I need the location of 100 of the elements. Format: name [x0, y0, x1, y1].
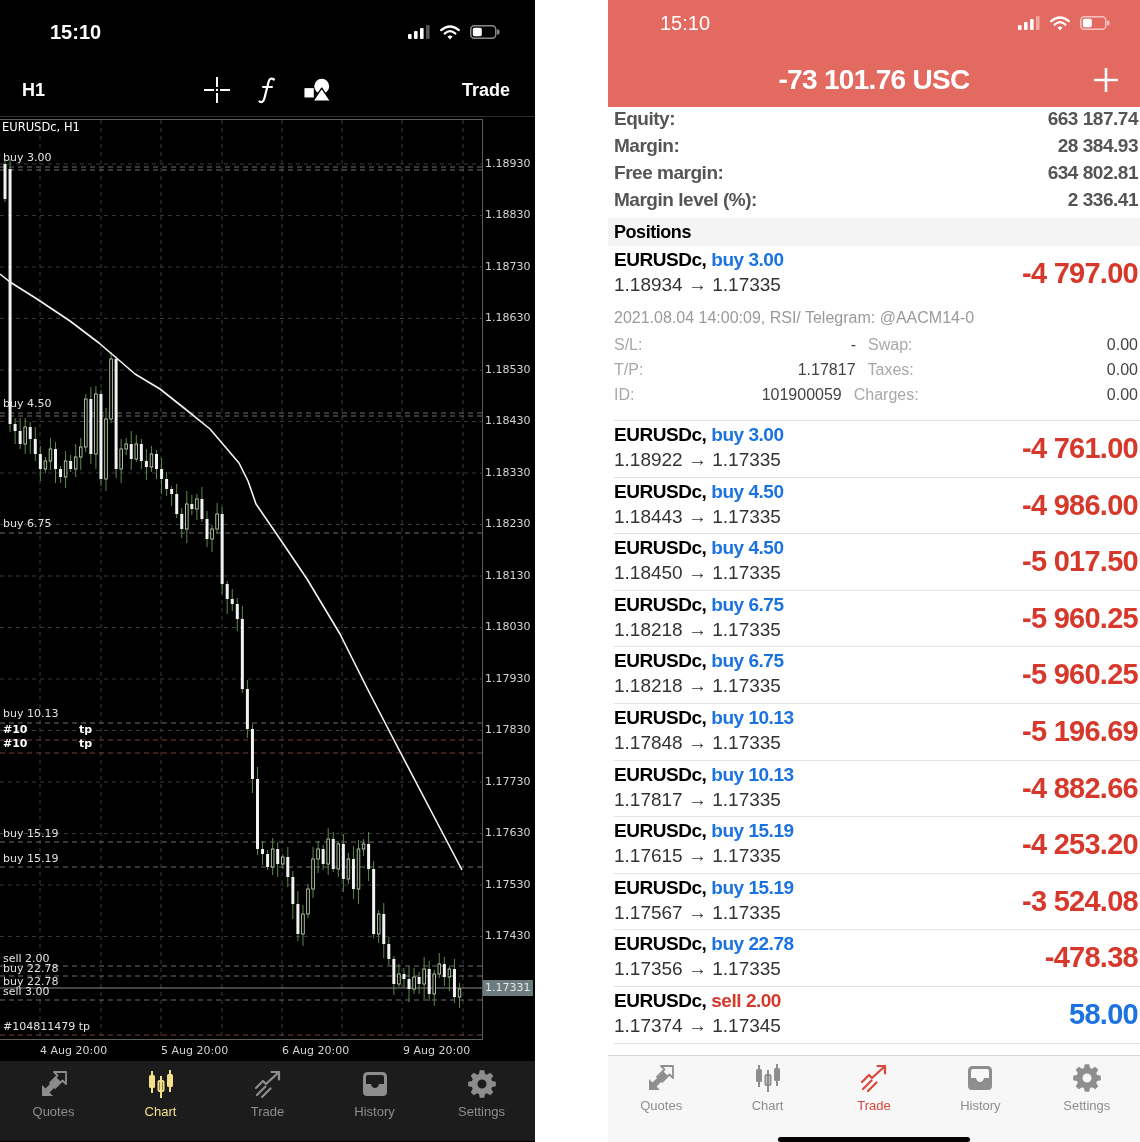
order-label: buy 22.78	[3, 964, 59, 974]
profit-value: -4 797.00	[1021, 256, 1138, 290]
detail-value: -	[850, 334, 856, 355]
shapes-icon[interactable]	[303, 77, 332, 103]
position-row[interactable]: EURUSDc, buy 4.50 1.18443 → 1.17335 -4 986.00	[614, 477, 1140, 535]
position-row[interactable]: EURUSDc, buy 6.75 1.18218 → 1.17335 -5 960.25	[614, 590, 1140, 648]
position-title: EURUSDc, sell 2.00	[614, 988, 781, 1013]
tab[interactable]: Trade	[820, 1056, 928, 1114]
position-title: EURUSDc, buy 6.75	[614, 592, 784, 617]
status-time: 15:10	[660, 11, 711, 35]
profit-value: -4 253.20	[1021, 827, 1138, 862]
price-tick: 1.17530	[485, 877, 531, 892]
trend-arrow-icon	[859, 1063, 889, 1093]
account-value: 634 802.81	[1047, 161, 1138, 185]
position-title: EURUSDc, buy 3.00	[614, 423, 784, 447]
price-tick: 1.17830	[485, 723, 531, 738]
balance-title: -73 101.76 USC	[778, 63, 970, 97]
position-row[interactable]: EURUSDc, buy 10.13 1.17848 → 1.17335 -5 196.69	[614, 703, 1140, 761]
position-title: EURUSDc, buy 22.78	[614, 932, 794, 957]
tab[interactable]: Trade	[214, 1061, 321, 1120]
wifi-icon	[440, 24, 460, 40]
settings-icon	[466, 1069, 497, 1099]
position-prices: 1.17567 → 1.17335	[614, 900, 782, 925]
account-label: Equity:	[614, 107, 676, 131]
position-prices: 1.18218 → 1.17335	[614, 617, 782, 642]
price-tick: 1.18030	[485, 620, 531, 635]
settings-icon	[1071, 1063, 1102, 1093]
position-row[interactable]: EURUSDc, sell 2.00 1.17374 → 1.17345 58.00	[614, 986, 1140, 1044]
position-comment: 2021.08.04 14:00:09, RSI/ Telegram: @AACM14-0	[614, 308, 976, 328]
price-tick: 1.17730	[485, 774, 531, 789]
order-label: buy 22.78	[3, 977, 59, 987]
position-prices: 1.18450 → 1.17335	[614, 561, 782, 586]
price-tick: 1.18830	[485, 208, 531, 223]
position-prices: 1.17817 → 1.17335	[614, 787, 782, 812]
plus-icon[interactable]	[1094, 68, 1118, 92]
order-label: tp	[79, 725, 93, 735]
profit-value: -5 960.25	[1021, 600, 1138, 635]
position-row[interactable]: EURUSDc, buy 15.19 1.17567 → 1.17335 -3 524.08	[614, 873, 1140, 931]
order-label: tp	[79, 739, 93, 749]
tab[interactable]: History	[321, 1061, 428, 1120]
profit-value: -4 882.66	[1021, 770, 1138, 805]
profit-value: -4 761.00	[1021, 431, 1138, 465]
date-tick: 9 Aug 20:00	[403, 1043, 471, 1058]
crosshair-icon[interactable]	[203, 77, 230, 103]
detail-value: 101900059	[761, 384, 842, 405]
order-label: #104811479 tp	[3, 1022, 90, 1032]
price-tick: 1.18630	[485, 311, 531, 326]
position-title: EURUSDc, buy 10.13	[614, 705, 794, 730]
tab[interactable]: Quotes	[0, 1061, 107, 1120]
detail-label: ID:	[614, 384, 635, 405]
timeframe-button[interactable]: H1	[22, 79, 45, 101]
order-label: buy 15.19	[3, 829, 59, 839]
position-prices: 1.18934 → 1.17335	[614, 273, 782, 297]
account-label: Margin:	[614, 134, 680, 158]
position-row[interactable]: EURUSDc, buy 15.19 1.17615 → 1.17335 -4 253.20	[614, 817, 1140, 874]
price-tick: 1.17630	[485, 826, 531, 841]
position-row[interactable]: EURUSDc, buy 22.78 1.17356 → 1.17335 -478.38	[614, 930, 1140, 987]
position-row[interactable]: EURUSDc, buy 3.00 1.18934 → 1.17335 -4 797.00 2021.08.04 14:00:09, RSI/ Telegram: @AACM14-0 S/L: - Swap: 0.00 T/P: 1.17817 Taxes: 0.00 ID: 101900059 Charges: 0.00	[614, 246, 1140, 421]
order-label: #10	[3, 725, 28, 735]
order-label: buy 3.00	[3, 153, 52, 163]
positions-header: Positions	[608, 218, 1140, 246]
function-icon[interactable]	[257, 76, 276, 104]
trade-button[interactable]: Trade	[461, 79, 510, 101]
price-tick: 1.17930	[485, 671, 531, 686]
position-prices: 1.17356 → 1.17335	[614, 957, 782, 982]
order-label: sell 2.00	[3, 954, 50, 964]
position-prices: 1.18218 → 1.17335	[614, 674, 782, 699]
detail-label: Charges:	[853, 384, 919, 405]
position-title: EURUSDc, buy 10.13	[614, 762, 794, 787]
position-prices: 1.18443 → 1.17335	[614, 504, 782, 529]
detail-value: 0.00	[1106, 384, 1138, 405]
order-label: buy 10.13	[3, 709, 59, 719]
position-row[interactable]: EURUSDc, buy 6.75 1.18218 → 1.17335 -5 960.25	[614, 647, 1140, 704]
tab[interactable]: Chart	[107, 1061, 214, 1120]
detail-value: 1.17817	[797, 359, 856, 380]
detail-value: 0.00	[1106, 359, 1138, 380]
position-prices: 1.18922 → 1.17335	[614, 448, 782, 472]
position-row[interactable]: EURUSDc, buy 10.13 1.17817 → 1.17335 -4 882.66	[614, 760, 1140, 818]
position-row[interactable]: EURUSDc, buy 4.50 1.18450 → 1.17335 -5 017.50	[614, 534, 1140, 591]
profit-value: -5 960.25	[1021, 657, 1138, 692]
position-prices: 1.17848 → 1.17335	[614, 730, 782, 755]
tab[interactable]: Settings	[428, 1061, 535, 1120]
price-tick: 1.18230	[485, 517, 531, 532]
position-row[interactable]: EURUSDc, buy 3.00 1.18922 → 1.17335 -4 761.00	[614, 421, 1140, 478]
position-title: EURUSDc, buy 15.19	[614, 819, 794, 844]
account-label: Margin level (%):	[614, 188, 757, 212]
order-label: buy 15.19	[3, 854, 59, 864]
detail-label: Swap:	[868, 334, 913, 355]
price-tick: 1.18930	[485, 156, 531, 171]
price-tick: 1.18530	[485, 362, 531, 377]
account-value: 663 187.74	[1047, 107, 1138, 131]
date-tick: 4 Aug 20:00	[40, 1043, 108, 1058]
order-label: #10	[3, 739, 28, 749]
detail-label: Taxes:	[867, 359, 914, 380]
price-tick: 1.18330	[485, 465, 531, 480]
diagonal-arrows-icon	[646, 1063, 677, 1093]
position-title: EURUSDc, buy 6.75	[614, 649, 784, 674]
chart-title: EURUSDc, H1	[2, 120, 80, 134]
account-value: 28 384.93	[1057, 134, 1138, 158]
price-tick: 1.17430	[485, 929, 531, 944]
